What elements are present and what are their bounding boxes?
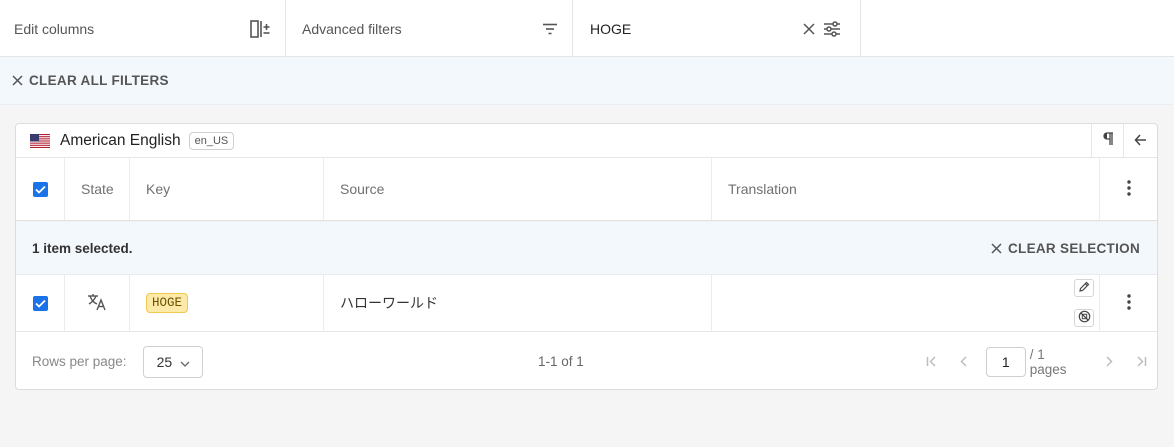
row-key-cell: HOGE: [130, 275, 324, 331]
pencil-icon: [1078, 280, 1090, 296]
clear-all-filters-label: CLEAR ALL FILTERS: [29, 73, 169, 88]
column-header-source[interactable]: Source: [324, 158, 712, 220]
toolbar: Edit columns Advanced filters HOGE: [0, 0, 1174, 57]
close-icon: [991, 242, 1002, 254]
clear-all-filters-button[interactable]: CLEAR ALL FILTERS: [12, 73, 169, 88]
language-name: American English: [60, 131, 181, 149]
column-header-state[interactable]: State: [65, 158, 130, 220]
disable-translation-button[interactable]: [1074, 309, 1094, 327]
checkbox-checked-icon: [32, 295, 48, 311]
arrow-left-icon: [1134, 133, 1147, 149]
selection-bar: 1 item selected. CLEAR SELECTION: [16, 222, 1157, 275]
rows-per-page-select[interactable]: 25: [142, 345, 203, 378]
tune-icon[interactable]: [823, 20, 841, 37]
block-icon: [1078, 310, 1091, 326]
table-header: State Key Source Translation: [16, 158, 1157, 221]
translation-card: American English en_US State Key Source …: [15, 123, 1158, 390]
filter-bar: CLEAR ALL FILTERS: [0, 57, 1174, 105]
chevron-right-icon: [1106, 354, 1113, 370]
translation-actions: [1074, 275, 1094, 331]
last-page-button[interactable]: [1125, 354, 1157, 370]
advanced-filters-button[interactable]: Advanced filters: [286, 0, 573, 57]
edit-columns-button[interactable]: Edit columns: [0, 0, 286, 57]
more-vert-icon: [1126, 179, 1131, 199]
page-number-input[interactable]: 1: [985, 346, 1026, 377]
column-header-translation[interactable]: Translation: [712, 158, 1100, 220]
chevron-left-icon: [960, 354, 967, 370]
search-input[interactable]: HOGE: [590, 21, 803, 37]
search-field[interactable]: HOGE: [573, 0, 861, 57]
rows-per-page-label: Rows per page:: [32, 354, 127, 369]
first-page-button[interactable]: [916, 354, 948, 370]
checkbox-checked-icon: [32, 181, 48, 197]
clear-selection-button[interactable]: CLEAR SELECTION: [991, 241, 1140, 256]
pagination: Rows per page: 25 1-1 of 1 1 / 1 pages: [16, 333, 1157, 389]
pilcrow-button[interactable]: [1091, 124, 1123, 158]
column-header-key[interactable]: Key: [130, 158, 324, 220]
first-page-icon: [926, 354, 937, 370]
row-state: [65, 275, 130, 331]
clear-selection-label: CLEAR SELECTION: [1007, 240, 1140, 256]
chevron-down-icon: [180, 354, 190, 370]
more-vert-icon: [1126, 293, 1131, 313]
table-row[interactable]: HOGE ハローワールド: [16, 275, 1157, 332]
advanced-filters-label: Advanced filters: [302, 20, 402, 37]
row-translation-cell[interactable]: [712, 275, 1100, 331]
column-add-icon: [249, 19, 271, 38]
edit-translation-button[interactable]: [1074, 279, 1094, 297]
us-flag-icon: [30, 133, 60, 148]
close-icon[interactable]: [803, 22, 815, 35]
pilcrow-icon: [1102, 132, 1114, 149]
prev-page-button[interactable]: [948, 354, 980, 370]
header-more-button[interactable]: [1100, 158, 1157, 220]
page-navigation: 1 / 1 pages: [916, 333, 1157, 389]
rows-per-page-value: 25: [156, 353, 173, 370]
selection-count: 1 item selected.: [32, 240, 133, 256]
key-chip[interactable]: HOGE: [146, 293, 189, 313]
row-source-cell: ハローワールド: [324, 275, 712, 331]
language-header: American English en_US: [16, 124, 1157, 158]
close-icon: [12, 75, 23, 86]
page-range: 1-1 of 1: [538, 354, 584, 369]
filter-icon: [542, 23, 558, 35]
select-all-checkbox[interactable]: [16, 158, 65, 220]
next-page-button[interactable]: [1093, 354, 1125, 370]
row-checkbox[interactable]: [16, 275, 65, 331]
row-more-button[interactable]: [1100, 275, 1157, 331]
source-text: ハローワールド: [340, 295, 438, 311]
edit-columns-label: Edit columns: [14, 20, 95, 37]
translate-icon: [87, 293, 107, 314]
language-code-badge: en_US: [188, 131, 235, 150]
total-pages-label: / 1 pages: [1029, 346, 1067, 377]
back-button[interactable]: [1123, 124, 1157, 158]
last-page-icon: [1136, 354, 1147, 370]
